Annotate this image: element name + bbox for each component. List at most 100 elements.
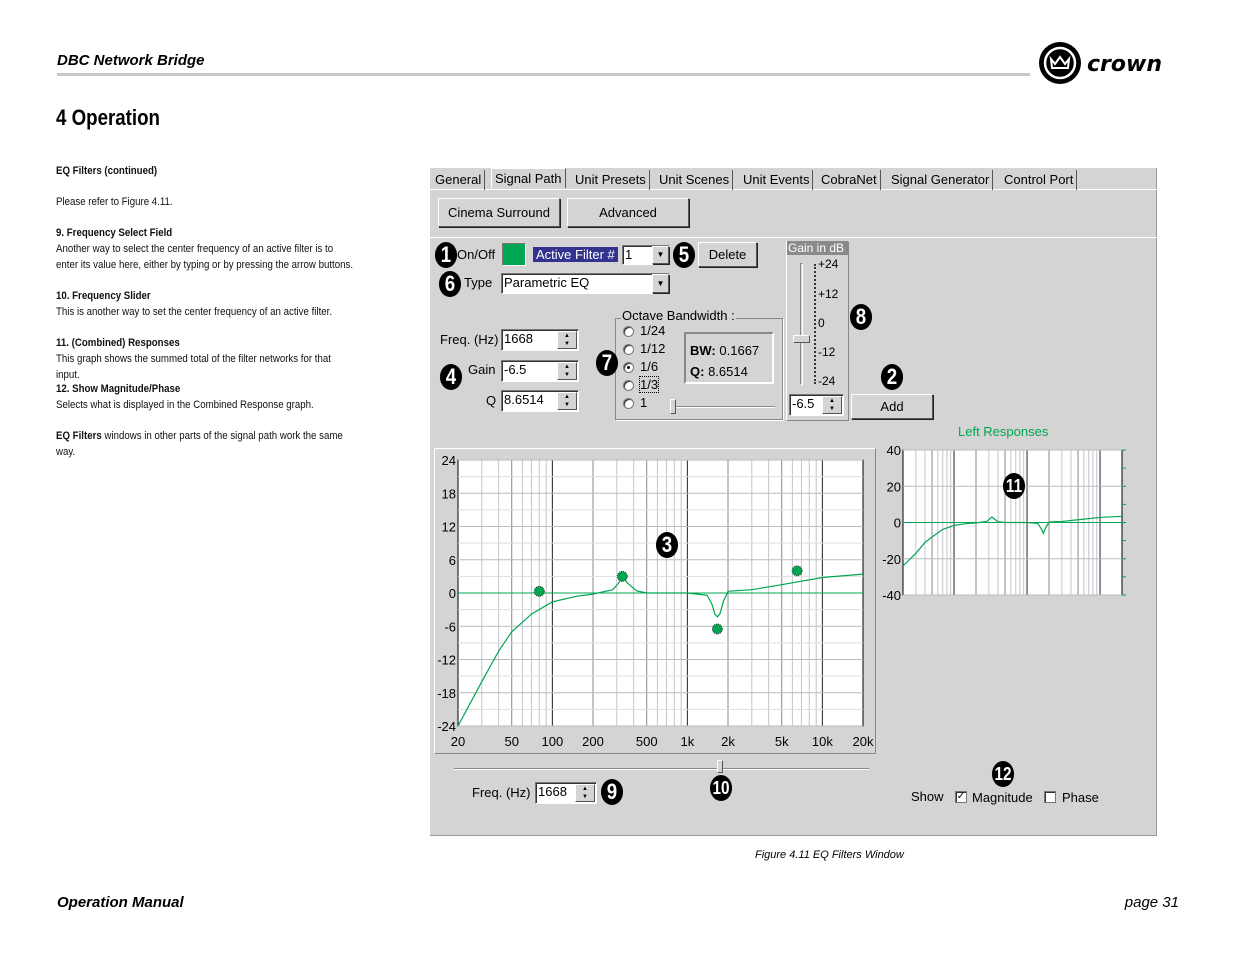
callout-2: 2 (880, 364, 904, 390)
item-11: 11. (Combined) Responses This graph shows… (56, 335, 355, 383)
tab-bar: General Signal Path Unit Presets Unit Sc… (430, 168, 1157, 190)
bandwidth-slider-thumb[interactable] (670, 399, 676, 414)
q-label: Q (486, 393, 497, 408)
freq-spinner[interactable]: ▲ ▼ (557, 331, 577, 349)
gain-slider-track[interactable] (800, 263, 803, 385)
refer-text: Please refer to Figure 4.11. (56, 196, 173, 208)
freq-input[interactable]: 1668 ▲ ▼ (501, 329, 579, 351)
bw-label: BW: (690, 343, 716, 358)
x-tick-label: 2k (721, 734, 735, 749)
filter-marker (711, 623, 723, 635)
bandwidth-radio-1-24[interactable] (623, 326, 634, 337)
q-spinner[interactable]: ▲ ▼ (557, 392, 577, 410)
type-select[interactable]: Parametric EQ ▼ (501, 273, 670, 294)
y-tick-label: -20 (882, 552, 901, 567)
active-filter-label: Active Filter # (533, 247, 618, 262)
section-title: 4 Operation (56, 105, 160, 130)
y-tick-label: 24 (442, 453, 456, 468)
filter-marker (791, 565, 803, 577)
gain-spinner[interactable]: ▲ ▼ (557, 362, 577, 380)
cinema-surround-button[interactable]: Cinema Surround (438, 198, 560, 227)
gain-scale (814, 264, 816, 384)
tab-signal-generator[interactable]: Signal Generator (888, 170, 994, 190)
x-tick-label: 10k (812, 734, 833, 749)
eq-response-chart[interactable]: 24 18 12 6 0 -6 -12 -18 -2420 50 100 200 500 1k 2k 5k 10… (430, 448, 880, 758)
callout-5: 5 (672, 242, 696, 268)
y-tick-label: -40 (882, 588, 901, 603)
filter-marker (533, 585, 545, 597)
svg-text:crown: crown (1087, 52, 1162, 77)
left-responses-chart: 40 20 0 -20 -40 (882, 443, 1126, 603)
tab-signal-path[interactable]: Signal Path (491, 168, 566, 188)
bandwidth-radio-1-6[interactable] (623, 362, 634, 373)
callout-3: 3 (655, 532, 679, 558)
chevron-down-icon[interactable]: ▼ (652, 246, 669, 264)
crown-logo: crown (1037, 40, 1182, 86)
callout-1: 1 (434, 242, 458, 268)
add-button[interactable]: Add (851, 394, 933, 419)
x-tick-label: 5k (775, 734, 789, 749)
bandwidth-slider-track[interactable] (673, 406, 775, 408)
document-header-title: DBC Network Bridge (57, 52, 205, 69)
y-tick-label: -6 (444, 619, 456, 634)
tab-control-port[interactable]: Control Port (1001, 170, 1078, 190)
x-tick-label: 500 (636, 734, 658, 749)
gain-db-value: -6.5 (792, 396, 815, 411)
magnitude-checkbox[interactable]: ✓ (955, 791, 967, 803)
bw-value: 0.1667 (719, 343, 760, 358)
bandwidth-radio-1[interactable] (623, 398, 634, 409)
onoff-toggle[interactable] (502, 243, 526, 266)
tab-general[interactable]: General (432, 170, 486, 190)
y-tick-label: 20 (887, 479, 901, 494)
bottom-freq-label: Freq. (Hz) (472, 785, 531, 800)
octave-bandwidth-title: Octave Bandwidth : (621, 308, 736, 323)
item-9: 9. Frequency Select Field Another way to … (56, 225, 355, 273)
item-title: 11. (Combined) Responses (56, 337, 180, 349)
item-title: 9. Frequency Select Field (56, 227, 173, 239)
magnitude-label: Magnitude (972, 790, 1033, 805)
frequency-slider-track[interactable] (454, 768, 869, 770)
bottom-freq-input[interactable]: 1668 ▲ ▼ (535, 782, 597, 804)
gain-label: Gain (468, 362, 496, 377)
tab-cobranet[interactable]: CobraNet (818, 170, 881, 190)
tab-unit-events[interactable]: Unit Events (740, 170, 814, 190)
gain-slider-thumb[interactable] (793, 335, 810, 343)
bandwidth-radio-1-12[interactable] (623, 344, 634, 355)
phase-label: Phase (1062, 790, 1099, 805)
item-10: 10. Frequency Slider This is another way … (56, 288, 355, 320)
callout-7: 7 (595, 350, 619, 376)
frequency-slider-thumb[interactable] (717, 760, 723, 773)
gain-tick: 0 (818, 316, 825, 330)
item-text: Another way to select the center frequen… (56, 243, 354, 271)
q-input[interactable]: 8.6514 ▲ ▼ (501, 390, 579, 412)
bandwidth-option-label: 1/6 (640, 359, 659, 374)
filter-marker (616, 570, 628, 582)
gain-slider-title: Gain in dB (787, 241, 848, 255)
bandwidth-option-label: 1/3 (638, 376, 660, 393)
item-12: 12. Show Magnitude/Phase Selects what is … (56, 381, 355, 413)
tab-unit-scenes[interactable]: Unit Scenes (656, 170, 734, 190)
active-filter-select[interactable]: 1 ▼ (622, 245, 670, 265)
y-tick-label: 12 (442, 520, 456, 535)
gain-input[interactable]: -6.5 ▲ ▼ (501, 360, 579, 382)
chevron-down-icon[interactable]: ▼ (652, 274, 669, 293)
item-text: Selects what is displayed in the Combine… (56, 399, 314, 411)
y-tick-label: 18 (442, 486, 456, 501)
bottom-freq-spinner[interactable]: ▲ ▼ (575, 784, 595, 802)
y-tick-label: 0 (894, 516, 901, 531)
gain-db-input[interactable]: -6.5 ▲ ▼ (789, 394, 844, 416)
q-readout-value: 8.6514 (708, 364, 748, 379)
gain-tick: -12 (818, 345, 836, 359)
bandwidth-radio-1-3[interactable] (623, 380, 634, 391)
item-text: This graph shows the summed total of the… (56, 353, 331, 381)
advanced-button[interactable]: Advanced (567, 198, 689, 227)
tab-unit-presets[interactable]: Unit Presets (572, 170, 650, 190)
delete-button[interactable]: Delete (698, 242, 757, 267)
footer-page: page 31 (1124, 894, 1179, 911)
phase-checkbox[interactable] (1044, 791, 1056, 803)
y-tick-label: 6 (449, 553, 456, 568)
callout-6: 6 (438, 271, 462, 297)
footer-left: Operation Manual (57, 894, 184, 911)
bandwidth-option-label: 1 (640, 395, 648, 410)
gain-db-spinner[interactable]: ▲ ▼ (822, 396, 842, 414)
